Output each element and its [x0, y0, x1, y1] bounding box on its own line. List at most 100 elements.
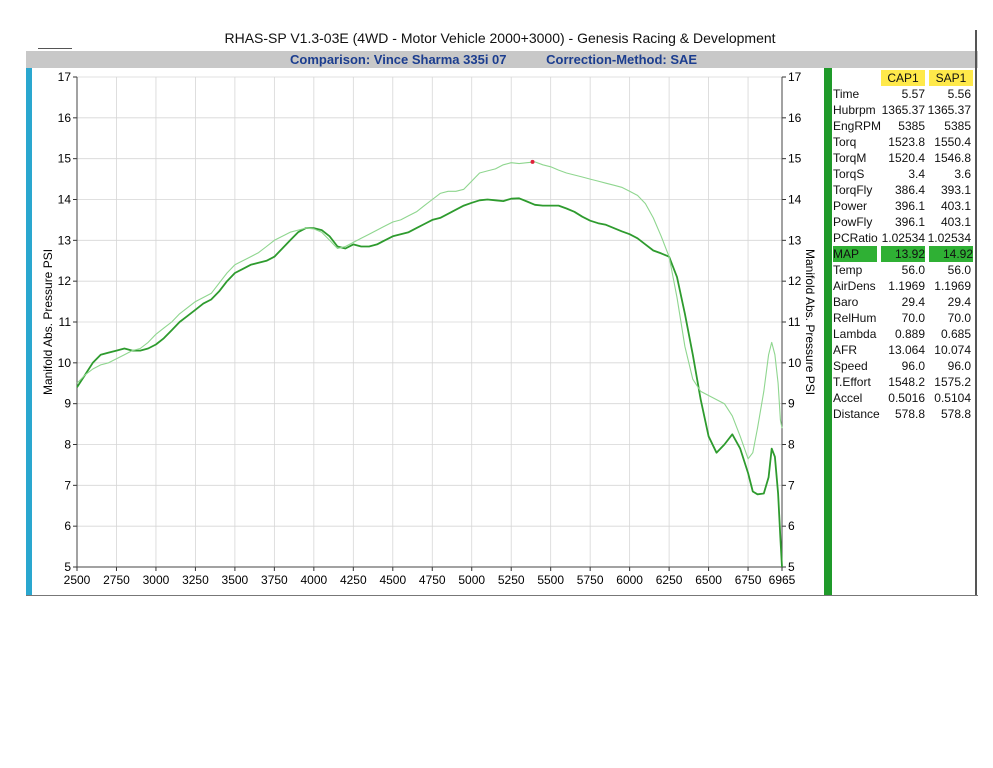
panel-row-sap1-value: 29.4 [947, 295, 971, 309]
panel-row-label: PowFly [833, 215, 873, 229]
y-axis-label-right: Manifold Abs. Pressure PSI [803, 249, 817, 395]
y-tick-label-right: 13 [788, 233, 802, 247]
y-tick-label-left: 14 [58, 193, 72, 207]
panel-row-baro: Baro 29.4 29.4 [833, 294, 973, 310]
panel-row-label: Distance [833, 407, 880, 421]
panel-row-sap1-value: 5.56 [947, 87, 971, 101]
x-tick-label: 5250 [498, 573, 525, 587]
panel-row-torqs: TorqS 3.4 3.6 [833, 166, 973, 182]
panel-row-label: RelHum [833, 311, 877, 325]
panel-row-hubrpm: Hubrpm 1365.37 1365.37 [833, 102, 973, 118]
panel-rows: Time 5.57 5.56 Hubrpm 1365.37 1365.37 EngRPM 53… [833, 86, 973, 422]
panel-row-label: AirDens [833, 279, 876, 293]
y-axis-label-left: Manifold Abs. Pressure PSI [41, 249, 55, 395]
y-tick-label-right: 6 [788, 519, 795, 533]
panel-row-label: EngRPM [833, 119, 882, 133]
panel-row-sap1-value: 14.92 [929, 246, 973, 262]
panel-row-cap1-value: 3.4 [908, 167, 925, 181]
x-tick-label: 3500 [222, 573, 249, 587]
panel-row-label: Lambda [833, 327, 877, 341]
x-tick-label: 6500 [695, 573, 722, 587]
panel-row-powfly: PowFly 396.1 403.1 [833, 214, 973, 230]
panel-row-cap1-value: 386.4 [894, 183, 925, 197]
panel-row-sap1-value: 56.0 [947, 263, 971, 277]
y-tick-label-right: 17 [788, 70, 802, 84]
x-tick-label: 2750 [103, 573, 130, 587]
panel-row-label: TorqS [833, 167, 865, 181]
panel-row-sap1-value: 403.1 [940, 215, 971, 229]
panel-row-label: Torq [833, 135, 857, 149]
panel-row-time: Time 5.57 5.56 [833, 86, 973, 102]
data-panel: CAP1 SAP1 Time 5.57 5.56 Hubrpm 1365.37 1365.… [833, 70, 973, 422]
panel-row-label: Speed [833, 359, 868, 373]
panel-row-map: MAP 13.92 14.92 [833, 246, 973, 262]
panel-row-sap1-value: 393.1 [940, 183, 971, 197]
y-tick-label-left: 12 [58, 274, 72, 288]
panel-row-cap1-value: 1.02534 [881, 231, 925, 245]
panel-row-temp: Temp 56.0 56.0 [833, 262, 973, 278]
y-tick-label-right: 9 [788, 397, 795, 411]
panel-row-cap1-value: 396.1 [894, 199, 925, 213]
y-tick-label-left: 11 [59, 315, 72, 329]
panel-row-lambda: Lambda 0.889 0.685 [833, 326, 973, 342]
panel-row-cap1-value: 578.8 [894, 407, 925, 421]
panel-row-speed: Speed 96.0 96.0 [833, 358, 973, 374]
x-tick-label: 6750 [735, 573, 762, 587]
panel-row-torqm: TorqM 1520.4 1546.8 [833, 150, 973, 166]
panel-row-label: Accel [833, 391, 863, 405]
panel-row-label: AFR [833, 343, 857, 357]
y-tick-label-left: 8 [64, 438, 71, 452]
panel-row-cap1-value: 396.1 [894, 215, 925, 229]
panel-row-cap1-value: 0.889 [894, 327, 925, 341]
panel-row-label: MAP [833, 246, 877, 262]
chart-series [76, 159, 783, 568]
y-tick-label-left: 17 [58, 70, 72, 84]
y-tick-label-right: 11 [788, 315, 801, 329]
panel-row-label: Baro [833, 295, 859, 309]
series-line-sap1 [76, 161, 783, 460]
x-tick-label: 6965 [769, 573, 796, 587]
y-tick-label-left: 16 [58, 111, 72, 125]
series-line-cap1 [76, 197, 783, 568]
panel-row-pcratio: PCRatio 1.02534 1.02534 [833, 230, 973, 246]
y-tick-label-left: 5 [64, 560, 71, 574]
panel-row-cap1-value: 96.0 [901, 359, 925, 373]
panel-row-sap1-value: 0.685 [940, 327, 971, 341]
panel-row-cap1-value: 5385 [898, 119, 925, 133]
panel-row-cap1-value: 0.5016 [888, 391, 925, 405]
y-tick-label-left: 7 [64, 478, 71, 492]
x-tick-label: 5000 [458, 573, 485, 587]
y-tick-label-right: 8 [788, 438, 795, 452]
panel-row-afr: AFR 13.064 10.074 [833, 342, 973, 358]
panel-row-cap1-value: 1520.4 [888, 151, 925, 165]
chart-grid [76, 76, 783, 568]
cursor-marker [530, 159, 535, 164]
panel-row-sap1-value: 1575.2 [934, 375, 971, 389]
panel-row-torqfly: TorqFly 386.4 393.1 [833, 182, 973, 198]
panel-row-cap1-value: 29.4 [901, 295, 925, 309]
x-tick-label: 3750 [261, 573, 288, 587]
panel-row-torq: Torq 1523.8 1550.4 [833, 134, 973, 150]
x-tick-label: 5500 [537, 573, 564, 587]
x-tick-label: 4750 [419, 573, 446, 587]
x-tick-label: 6250 [656, 573, 683, 587]
y-tick-label-right: 14 [788, 193, 802, 207]
panel-row-cap1-value: 1365.37 [881, 103, 925, 117]
x-tick-label: 2500 [64, 573, 91, 587]
y-tick-label-right: 12 [788, 274, 802, 288]
panel-row-sap1-value: 578.8 [940, 407, 971, 421]
panel-row-sap1-value: 1546.8 [934, 151, 971, 165]
x-tick-label: 5750 [577, 573, 604, 587]
panel-row-cap1-value: 5.57 [901, 87, 925, 101]
panel-row-sap1-value: 403.1 [940, 199, 971, 213]
panel-row-sap1-value: 1.1969 [934, 279, 971, 293]
panel-row-cap1-value: 56.0 [901, 263, 925, 277]
panel-row-airdens: AirDens 1.1969 1.1969 [833, 278, 973, 294]
panel-row-sap1-value: 0.5104 [934, 391, 971, 405]
panel-row-sap1-value: 70.0 [947, 311, 971, 325]
y-tick-label-left: 13 [58, 233, 72, 247]
panel-row-label: Hubrpm [833, 103, 876, 117]
y-tick-label-left: 9 [64, 397, 71, 411]
panel-row-cap1-value: 13.064 [888, 343, 925, 357]
panel-header-sap1: SAP1 [929, 70, 973, 86]
